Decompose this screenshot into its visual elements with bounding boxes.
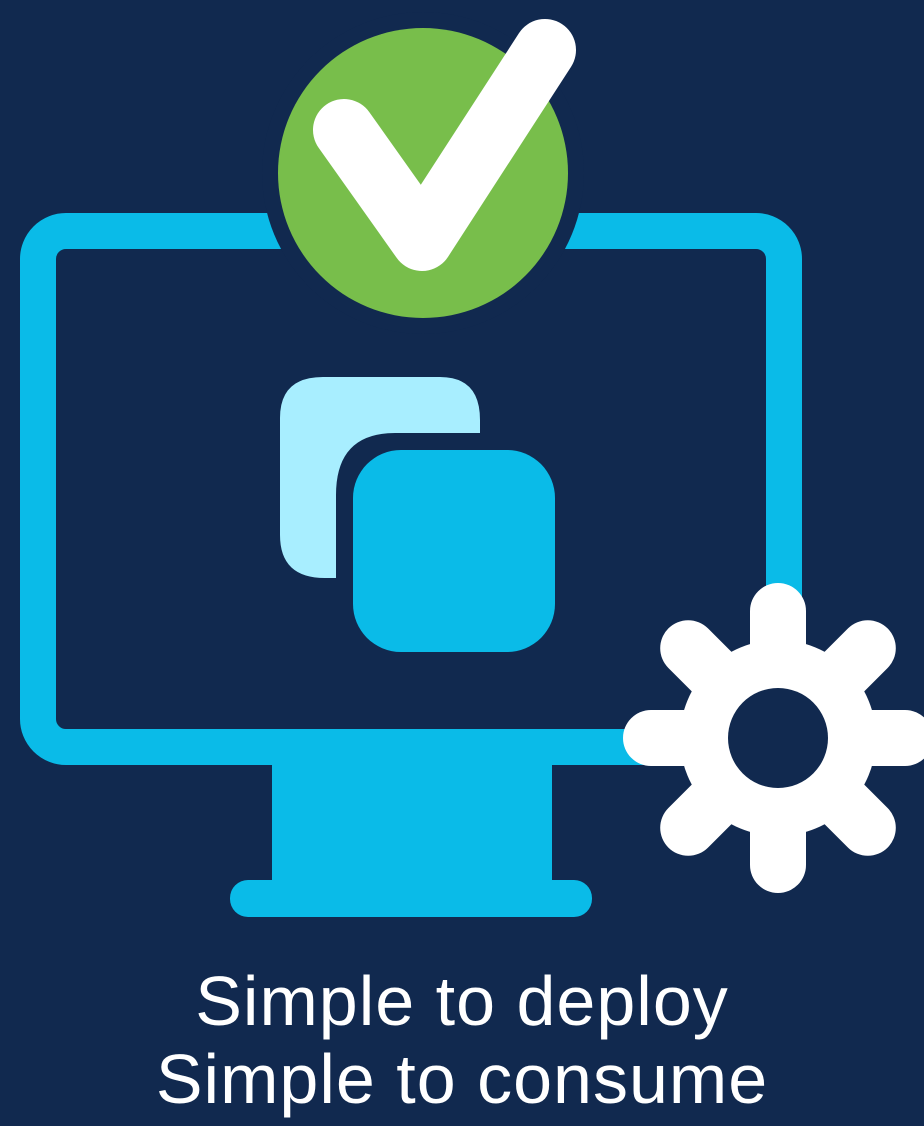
gear-hole <box>728 688 828 788</box>
simple-deploy-illustration <box>20 12 924 917</box>
caption: Simple to deploy Simple to consume <box>0 962 924 1118</box>
caption-line-deploy: Simple to deploy <box>195 962 729 1040</box>
window-front <box>353 450 555 652</box>
monitor-stand-neck <box>272 760 552 890</box>
gear-icon <box>623 583 924 893</box>
caption-line-consume: Simple to consume <box>155 1040 769 1118</box>
stacked-windows-icon <box>280 377 555 652</box>
illustration-canvas: Simple to deploy Simple to consume <box>0 0 924 1126</box>
checkmark-badge-icon <box>262 12 584 334</box>
monitor-stand-base <box>230 880 592 917</box>
